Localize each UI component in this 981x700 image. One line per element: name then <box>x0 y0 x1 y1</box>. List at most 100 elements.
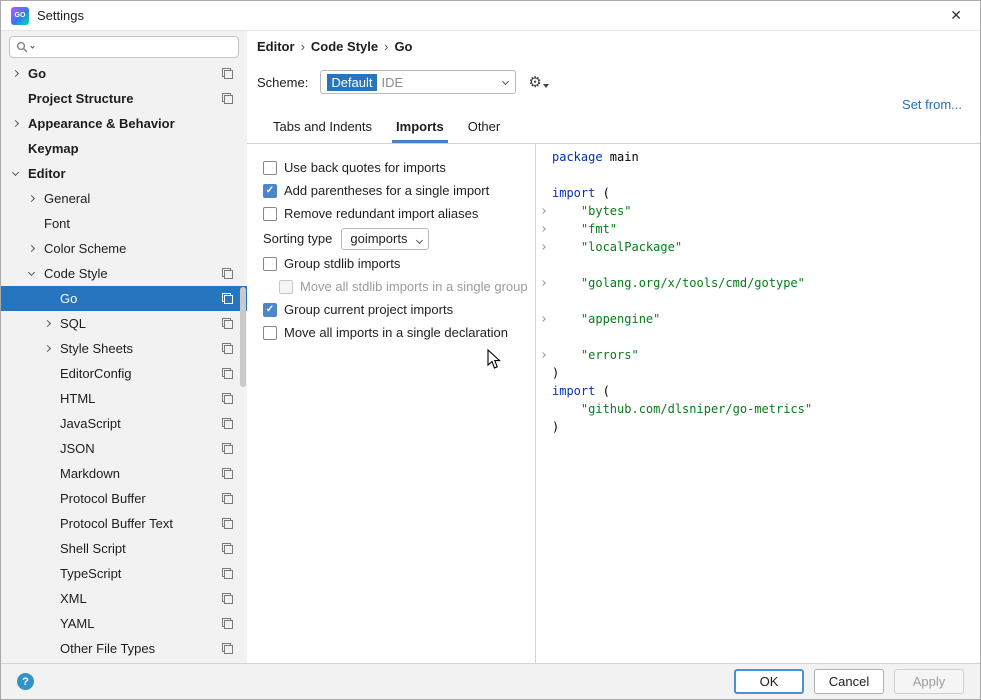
sidebar-item-protocol-buffer[interactable]: Protocol Buffer <box>1 486 247 511</box>
sidebar-item-sql[interactable]: SQL <box>1 311 247 336</box>
fold-chevron-icon[interactable] <box>536 227 550 231</box>
fold-chevron-icon[interactable] <box>536 209 550 213</box>
search-options-chevron-icon <box>30 44 34 48</box>
sidebar-item-code-style[interactable]: Code Style <box>1 261 247 286</box>
sidebar-item-project-structure[interactable]: Project Structure <box>1 86 247 111</box>
help-icon[interactable]: ? <box>17 673 34 690</box>
option-use-back-quotes-for-imports[interactable]: Use back quotes for imports <box>263 156 535 179</box>
option-move-all-imports-in-a-single-declaration[interactable]: Move all imports in a single declaration <box>263 321 535 344</box>
checkbox-unchecked-icon[interactable] <box>263 207 277 221</box>
breadcrumb-item-editor[interactable]: Editor <box>257 39 295 54</box>
sidebar-item-editor[interactable]: Editor <box>1 161 247 186</box>
schema-copy-icon <box>222 443 233 454</box>
options-panel: Use back quotes for imports✓Add parenthe… <box>247 144 535 663</box>
apply-button[interactable]: Apply <box>894 669 964 694</box>
sidebar-item-color-scheme[interactable]: Color Scheme <box>1 236 247 261</box>
sidebar-item-other-file-types[interactable]: Other File Types <box>1 636 247 661</box>
code-text: import ( <box>552 384 610 398</box>
sidebar-item-typescript[interactable]: TypeScript <box>1 561 247 586</box>
sidebar-item-appearance-behavior[interactable]: Appearance & Behavior <box>1 111 247 136</box>
code-line: "github.com/dlsniper/go-metrics" <box>536 400 980 418</box>
main-panel: Editor›Code Style›Go Scheme: Default IDE… <box>247 31 980 663</box>
schema-copy-icon <box>222 643 233 654</box>
sidebar-item-label: Code Style <box>44 266 108 281</box>
checkbox-unchecked-icon[interactable] <box>279 280 293 294</box>
cancel-button[interactable]: Cancel <box>814 669 884 694</box>
sidebar-item-label: YAML <box>60 616 94 631</box>
footer-buttons: OK Cancel Apply <box>734 669 964 694</box>
sorting-type-dropdown[interactable]: goimports <box>341 228 429 250</box>
set-from-link[interactable]: Set from... <box>902 97 962 112</box>
gear-icon[interactable]: ⚙ <box>528 75 548 90</box>
code-text: "fmt" <box>552 222 617 236</box>
sidebar-item-style-sheets[interactable]: Style Sheets <box>1 336 247 361</box>
chevron-down-icon[interactable] <box>25 272 38 275</box>
schema-copy-icon <box>222 543 233 554</box>
breadcrumb-item-code-style[interactable]: Code Style <box>311 39 378 54</box>
tab-tabs-and-indents[interactable]: Tabs and Indents <box>261 119 384 143</box>
fold-chevron-icon[interactable] <box>536 281 550 285</box>
close-icon[interactable]: ✕ <box>942 5 970 26</box>
fold-chevron-icon[interactable] <box>536 245 550 249</box>
settings-tree: GoProject StructureAppearance & Behavior… <box>1 61 247 661</box>
code-line: import ( <box>536 382 980 400</box>
code-text: ) <box>552 420 559 434</box>
sidebar-item-go[interactable]: Go <box>1 286 247 311</box>
checkbox-checked-icon[interactable]: ✓ <box>263 184 277 198</box>
code-line: "localPackage" <box>536 238 980 256</box>
chevron-down-icon[interactable] <box>9 172 22 175</box>
schema-copy-icon <box>222 618 233 629</box>
code-line: package main <box>536 148 980 166</box>
option-add-parentheses-for-a-single-import[interactable]: ✓Add parentheses for a single import <box>263 179 535 202</box>
fold-chevron-icon[interactable] <box>536 353 550 357</box>
chevron-right-icon[interactable] <box>9 71 22 76</box>
option-group-current-project-imports[interactable]: ✓Group current project imports <box>263 298 535 321</box>
chevron-right-icon[interactable] <box>25 246 38 251</box>
ok-button[interactable]: OK <box>734 669 804 694</box>
sidebar-item-markdown[interactable]: Markdown <box>1 461 247 486</box>
breadcrumb-item-go[interactable]: Go <box>394 39 412 54</box>
checkbox-checked-icon[interactable]: ✓ <box>263 303 277 317</box>
scheme-dropdown[interactable]: Default IDE <box>320 70 516 94</box>
sidebar-item-yaml[interactable]: YAML <box>1 611 247 636</box>
code-text: "errors" <box>552 348 639 362</box>
sidebar-scrollbar[interactable] <box>240 287 246 387</box>
option-group-stdlib-imports[interactable]: Group stdlib imports <box>263 252 535 275</box>
sidebar-item-general[interactable]: General <box>1 186 247 211</box>
chevron-right-icon[interactable] <box>41 346 54 351</box>
sidebar-item-keymap[interactable]: Keymap <box>1 136 247 161</box>
chevron-right-icon[interactable] <box>25 196 38 201</box>
chevron-right-icon[interactable] <box>9 121 22 126</box>
search-input[interactable] <box>37 40 232 54</box>
sidebar-item-xml[interactable]: XML <box>1 586 247 611</box>
code-text: "appengine" <box>552 312 660 326</box>
sidebar-item-go[interactable]: Go <box>1 61 247 86</box>
sidebar-item-json[interactable]: JSON <box>1 436 247 461</box>
code-line: ) <box>536 418 980 436</box>
checkbox-unchecked-icon[interactable] <box>263 326 277 340</box>
sidebar-item-font[interactable]: Font <box>1 211 247 236</box>
sidebar-item-shell-script[interactable]: Shell Script <box>1 536 247 561</box>
sidebar-item-label: Color Scheme <box>44 241 126 256</box>
sidebar-item-protocol-buffer-text[interactable]: Protocol Buffer Text <box>1 511 247 536</box>
goland-logo-icon: GO <box>11 7 29 25</box>
sidebar-item-editorconfig[interactable]: EditorConfig <box>1 361 247 386</box>
checkbox-unchecked-icon[interactable] <box>263 161 277 175</box>
sidebar-item-html[interactable]: HTML <box>1 386 247 411</box>
tab-other[interactable]: Other <box>456 119 513 143</box>
code-line: "bytes" <box>536 202 980 220</box>
checkbox-unchecked-icon[interactable] <box>263 257 277 271</box>
chevron-right-icon[interactable] <box>41 321 54 326</box>
search-box[interactable] <box>9 36 239 58</box>
sidebar-item-javascript[interactable]: JavaScript <box>1 411 247 436</box>
fold-chevron-icon[interactable] <box>536 317 550 321</box>
scheme-value: Default <box>327 74 376 91</box>
sidebar-item-label: SQL <box>60 316 86 331</box>
scheme-label: Scheme: <box>257 75 308 90</box>
option-move-all-stdlib-imports-in-a-single-group[interactable]: Move all stdlib imports in a single grou… <box>263 275 535 298</box>
schema-copy-icon <box>222 318 233 329</box>
tab-imports[interactable]: Imports <box>384 119 456 143</box>
chevron-down-icon <box>495 81 515 84</box>
sidebar-item-label: General <box>44 191 90 206</box>
option-remove-redundant-import-aliases[interactable]: Remove redundant import aliases <box>263 202 535 225</box>
